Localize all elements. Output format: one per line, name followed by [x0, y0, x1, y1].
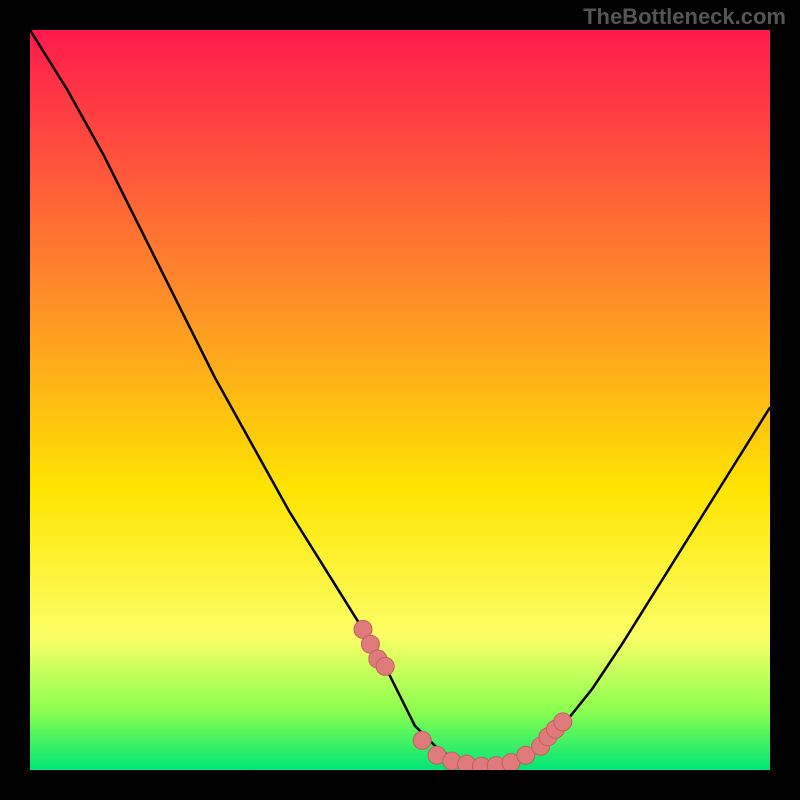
- data-marker: [376, 657, 394, 675]
- gradient-background: [30, 30, 770, 770]
- watermark-text: TheBottleneck.com: [583, 4, 786, 30]
- data-marker: [413, 731, 431, 749]
- chart-plot-area: [30, 30, 770, 770]
- chart-svg: [30, 30, 770, 770]
- data-marker: [554, 713, 572, 731]
